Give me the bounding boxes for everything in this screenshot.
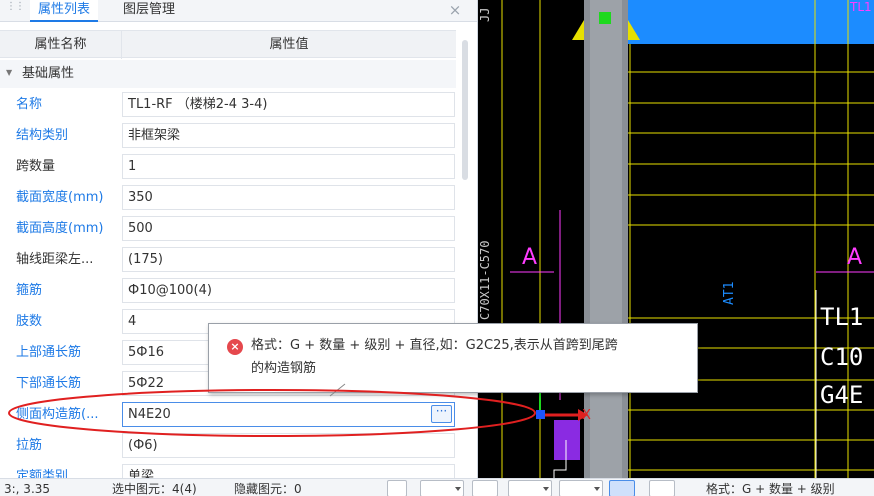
property-label: 肢数: [16, 314, 43, 329]
property-label: 侧面构造筋(...: [16, 407, 99, 422]
beam-text-tl1: TL1: [820, 303, 863, 331]
stirrup-field[interactable]: Ф10@100(4): [122, 278, 455, 303]
property-row-name: 名称 TL1-RF （楼梯2-4 3-4): [0, 89, 456, 120]
coordinate-readout: 3:, 3.35: [4, 482, 51, 496]
grey-beam-inner: [590, 0, 622, 478]
section-width-field[interactable]: 350: [122, 185, 455, 210]
close-icon[interactable]: ×: [446, 0, 464, 20]
tie-bar-field[interactable]: (Ф6): [122, 433, 455, 458]
property-row-quota-category: 定额类别 单梁: [0, 461, 456, 478]
ortho-toggle-button[interactable]: [387, 480, 407, 496]
property-row-section-height: 截面高度(mm) 500: [0, 213, 456, 244]
cad-drawing-canvas[interactable]: X A A AT1 C70X11-C570 JJ TL1 TL1 C10 G4E: [478, 0, 874, 478]
yellow-grid: [501, 0, 874, 478]
cad-drawing: X A A AT1 C70X11-C570 JJ TL1 TL1 C10 G4E: [478, 0, 874, 478]
at1-label: AT1: [722, 282, 737, 305]
axis-offset-field[interactable]: (175): [122, 247, 455, 272]
panel-tab-bar: ⋮⋮ 属性列表 图层管理 ×: [0, 0, 477, 22]
column-header-name: 属性名称: [0, 31, 122, 59]
property-label: 轴线距梁左...: [16, 252, 94, 267]
axis-label-a-left: A: [522, 245, 537, 270]
collapse-triangle-icon[interactable]: ▼: [6, 68, 12, 77]
blue-beam-block: [628, 0, 874, 44]
property-label: 上部通长筋: [16, 345, 82, 360]
property-row-span-count: 跨数量 1: [0, 151, 456, 182]
yellow-triangle-left: [572, 20, 584, 40]
property-row-stirrup: 箍筋 Ф10@100(4): [0, 275, 456, 306]
property-table-header: 属性名称 属性值: [0, 30, 456, 59]
tab-layer-management[interactable]: 图层管理: [115, 0, 183, 22]
property-panel: ⋮⋮ 属性列表 图层管理 × 属性名称 属性值 ▼ 基础属性 名称 TL1-RF…: [0, 0, 478, 478]
property-label: 截面高度(mm): [16, 221, 104, 236]
x-axis-label: X: [582, 408, 591, 423]
group-basic-properties[interactable]: ▼ 基础属性: [0, 60, 456, 88]
property-label: 拉筋: [16, 438, 43, 453]
vertical-top-text: JJ: [478, 8, 492, 22]
name-field[interactable]: TL1-RF （楼梯2-4 3-4): [122, 92, 455, 117]
column-header-value: 属性值: [269, 37, 309, 52]
structure-type-field[interactable]: 非框架梁: [122, 123, 455, 148]
green-grip-square: [599, 12, 611, 24]
snap-mode-dropdown[interactable]: [420, 480, 464, 496]
property-row-axis-offset: 轴线距梁左... (175): [0, 244, 456, 275]
beam-text-c10: C10: [820, 343, 863, 371]
cross-select-button[interactable]: [472, 480, 498, 496]
property-label: 截面宽度(mm): [16, 190, 104, 205]
property-row-tie-bar: 拉筋 (Ф6): [0, 430, 456, 461]
tooltip-text-line1: 格式：G + 数量 + 级别 + 直径,如：G2C25,表示从首跨到尾跨: [251, 338, 618, 353]
property-label: 箍筋: [16, 283, 43, 298]
vertical-side-text: C70X11-C570: [478, 241, 492, 320]
format-hint-tooltip: × 格式：G + 数量 + 级别 + 直径,如：G2C25,表示从首跨到尾跨 的…: [208, 323, 698, 393]
property-label: 结构类别: [16, 128, 69, 143]
property-row-section-width: 截面宽度(mm) 350: [0, 182, 456, 213]
hidden-count: 隐藏图元：0: [234, 482, 302, 496]
axis-origin-icon: [536, 410, 545, 419]
error-icon: ×: [227, 339, 243, 355]
ellipsis-button[interactable]: ···: [431, 405, 452, 423]
drag-grip-icon[interactable]: ⋮⋮: [6, 2, 25, 17]
beam-text-g4e: G4E: [820, 381, 863, 409]
grid-dropdown[interactable]: [559, 480, 603, 496]
tab-property-list[interactable]: 属性列表: [30, 0, 99, 22]
property-label: 跨数量: [16, 159, 56, 174]
group-label: 基础属性: [22, 66, 75, 81]
axis-label-a-right: A: [847, 245, 862, 270]
format-hint-status: 格式：G + 数量 + 级别: [706, 482, 835, 496]
property-row-side-rebar: 侧面构造筋(... N4E20 ···: [0, 399, 456, 430]
layer-toggle-button[interactable]: [649, 480, 675, 496]
property-label: 定额类别: [16, 469, 69, 478]
section-height-field[interactable]: 500: [122, 216, 455, 241]
status-bar: 3:, 3.35 选中图元：4(4) 隐藏图元：0 格式：G + 数量 + 级别: [0, 478, 874, 496]
property-label: 下部通长筋: [16, 376, 82, 391]
angle-dropdown[interactable]: [508, 480, 552, 496]
property-row-structure-type: 结构类别 非框架梁: [0, 120, 456, 151]
side-rebar-field[interactable]: N4E20: [122, 402, 455, 427]
quota-category-field[interactable]: 单梁: [122, 464, 455, 478]
property-label: 名称: [16, 97, 43, 112]
span-count-field[interactable]: 1: [122, 154, 455, 179]
selected-count: 选中图元：4(4): [112, 482, 197, 496]
tooltip-text-line2: 的构造钢筋: [251, 361, 317, 376]
tl1-top-label: TL1: [849, 0, 872, 14]
view-toggle-button[interactable]: [609, 480, 635, 496]
purple-element: [554, 420, 580, 460]
panel-scrollbar[interactable]: [462, 40, 468, 180]
